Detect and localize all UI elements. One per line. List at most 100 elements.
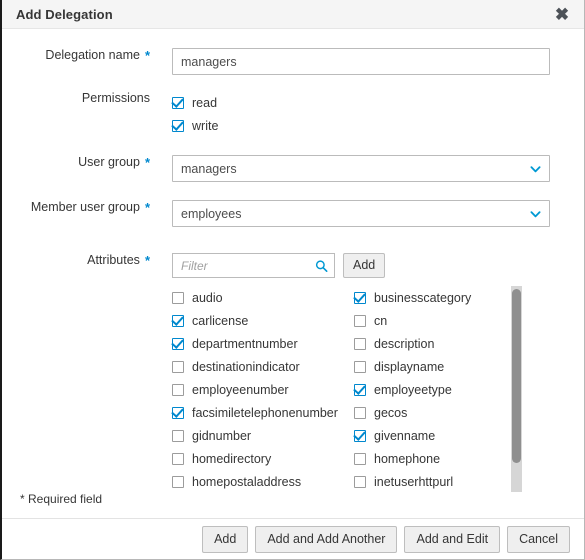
- user-group-label: User group *: [2, 155, 150, 170]
- attribute-label[interactable]: audio: [192, 291, 223, 305]
- attribute-checkbox[interactable]: [354, 383, 366, 396]
- user-group-select[interactable]: managers: [172, 155, 550, 182]
- attribute-checkbox[interactable]: [354, 337, 366, 350]
- attribute-row[interactable]: businesscategory: [354, 286, 536, 309]
- dialog-header: Add Delegation ✖: [2, 0, 584, 29]
- attributes-scrollbar-thumb[interactable]: [512, 289, 521, 463]
- user-group-value: managers: [181, 161, 237, 176]
- attribute-label[interactable]: gidnumber: [192, 429, 251, 443]
- attribute-checkbox[interactable]: [354, 314, 366, 327]
- attribute-label[interactable]: givenname: [374, 429, 435, 443]
- search-icon[interactable]: [315, 259, 328, 272]
- add-delegation-dialog: Add Delegation ✖ Delegation name * Permis…: [0, 0, 585, 560]
- attribute-label[interactable]: carlicense: [192, 314, 248, 328]
- attribute-checkbox[interactable]: [354, 406, 366, 419]
- attribute-row[interactable]: audio: [172, 286, 354, 309]
- member-user-group-field-wrap: employees: [172, 200, 550, 227]
- delegation-name-label: Delegation name *: [2, 48, 150, 63]
- field-permissions: Permissions read write: [2, 91, 584, 137]
- attribute-label[interactable]: gecos: [374, 406, 407, 420]
- attribute-checkbox[interactable]: [172, 452, 184, 465]
- attributes-scrollbar[interactable]: [511, 286, 522, 492]
- attribute-checkbox[interactable]: [172, 314, 184, 327]
- attribute-label[interactable]: homedirectory: [192, 452, 271, 466]
- attribute-checkbox[interactable]: [354, 452, 366, 465]
- attribute-label[interactable]: employeenumber: [192, 383, 289, 397]
- attribute-row[interactable]: givenname: [354, 424, 536, 447]
- user-group-label-text: User group: [78, 155, 140, 169]
- attribute-label[interactable]: cn: [374, 314, 387, 328]
- attributes-right-column: businesscategory cn description displayname…: [354, 286, 536, 493]
- attribute-checkbox[interactable]: [172, 291, 184, 304]
- attribute-label[interactable]: homepostaladdress: [192, 475, 301, 489]
- attribute-checkbox[interactable]: [354, 360, 366, 373]
- attribute-checkbox[interactable]: [172, 475, 184, 488]
- attribute-checkbox[interactable]: [354, 475, 366, 488]
- field-user-group: User group * managers: [2, 155, 584, 182]
- attribute-checkbox[interactable]: [354, 429, 366, 442]
- attribute-checkbox[interactable]: [172, 429, 184, 442]
- permission-write-row[interactable]: write: [172, 114, 218, 137]
- attribute-row[interactable]: displayname: [354, 355, 536, 378]
- attribute-row[interactable]: gecos: [354, 401, 536, 424]
- attribute-label[interactable]: inetuserhttpurl: [374, 475, 453, 489]
- attribute-checkbox[interactable]: [172, 406, 184, 419]
- field-attributes: Attributes* Add audiocarlicensede: [2, 253, 584, 493]
- attribute-label[interactable]: facsimiletelephonenumber: [192, 406, 338, 420]
- attribute-checkbox[interactable]: [172, 337, 184, 350]
- attribute-row[interactable]: homedirectory: [172, 447, 354, 470]
- attribute-checkbox[interactable]: [354, 291, 366, 304]
- field-member-user-group: Member user group * employees: [2, 200, 584, 227]
- user-group-select-wrap: managers: [172, 155, 550, 182]
- permission-read-label[interactable]: read: [192, 96, 217, 110]
- permission-read-row[interactable]: read: [172, 91, 218, 114]
- attribute-row[interactable]: homepostaladdress: [172, 470, 354, 493]
- attribute-row[interactable]: gidnumber: [172, 424, 354, 447]
- attribute-label[interactable]: employeetype: [374, 383, 452, 397]
- footer-button-add-and-add-another[interactable]: Add and Add Another: [255, 525, 398, 553]
- close-icon[interactable]: ✖: [552, 4, 572, 24]
- attribute-row[interactable]: cn: [354, 309, 536, 332]
- member-user-group-label-text: Member user group: [30, 200, 140, 214]
- attribute-label[interactable]: destinationindicator: [192, 360, 300, 374]
- attribute-row[interactable]: destinationindicator: [172, 355, 354, 378]
- delegation-name-input[interactable]: [172, 48, 550, 75]
- dialog-footer: Add Add and Add Another Add and Edit Cancel: [2, 518, 584, 559]
- dialog-title: Add Delegation: [16, 6, 113, 22]
- attribute-row[interactable]: employeetype: [354, 378, 536, 401]
- footer-button-add[interactable]: Add: [202, 525, 249, 553]
- attributes-add-button[interactable]: Add: [343, 253, 386, 278]
- attribute-row[interactable]: departmentnumber: [172, 332, 354, 355]
- permissions-options: read write: [172, 91, 218, 137]
- attributes-filter-bar: Add: [172, 253, 550, 278]
- footer-button-cancel[interactable]: Cancel: [507, 525, 570, 553]
- required-field-note: * Required field: [20, 492, 103, 506]
- attributes-filter-input[interactable]: [172, 253, 335, 278]
- permission-write-checkbox[interactable]: [172, 119, 184, 132]
- permission-write-label[interactable]: write: [192, 119, 218, 133]
- attribute-label[interactable]: businesscategory: [374, 291, 471, 305]
- attribute-checkbox[interactable]: [172, 360, 184, 373]
- permission-read-checkbox[interactable]: [172, 96, 184, 109]
- attribute-row[interactable]: employeenumber: [172, 378, 354, 401]
- attribute-label[interactable]: departmentnumber: [192, 337, 298, 351]
- attribute-row[interactable]: description: [354, 332, 536, 355]
- footer-button-add-and-edit[interactable]: Add and Edit: [404, 525, 501, 553]
- attribute-checkbox[interactable]: [172, 383, 184, 396]
- attributes-list-area: audio carlicense departmentnumber destinati…: [172, 286, 550, 493]
- attribute-label[interactable]: displayname: [374, 360, 444, 374]
- member-user-group-value: employees: [181, 206, 242, 221]
- attribute-label[interactable]: homephone: [374, 452, 440, 466]
- attribute-row[interactable]: facsimiletelephonenumber: [172, 401, 354, 424]
- attributes-label: Attributes *: [2, 253, 150, 268]
- member-user-group-select[interactable]: employees: [172, 200, 550, 227]
- required-asterisk: *: [144, 155, 150, 170]
- attribute-row[interactable]: inetuserhttpurl: [354, 470, 536, 493]
- dialog-body: Delegation name * Permissions read write: [2, 29, 584, 518]
- attributes-field-wrap: Add audio carlicense departmentnumber desti…: [172, 253, 550, 493]
- attributes-filter-wrap: [172, 253, 335, 278]
- member-user-group-label: Member user group *: [2, 200, 150, 215]
- attribute-label[interactable]: description: [374, 337, 434, 351]
- attribute-row[interactable]: homephone: [354, 447, 536, 470]
- attribute-row[interactable]: carlicense: [172, 309, 354, 332]
